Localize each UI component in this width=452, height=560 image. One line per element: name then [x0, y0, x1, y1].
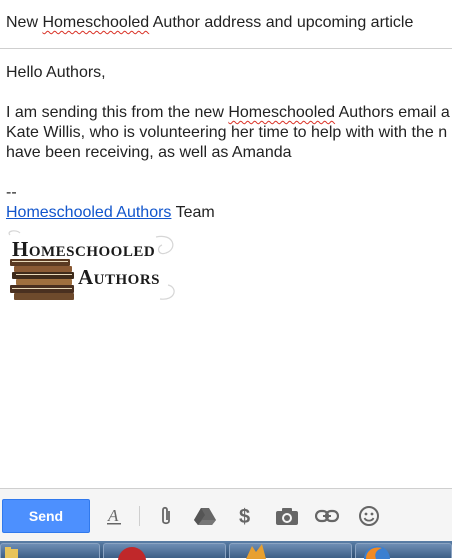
- misspelled-word[interactable]: Homeschooled: [42, 14, 149, 31]
- link-icon[interactable]: [314, 503, 340, 529]
- subject-part: New: [6, 14, 43, 31]
- logo-line1: Homeschooled: [12, 237, 155, 261]
- toolbar-separator: [139, 506, 140, 526]
- money-icon[interactable]: $: [233, 503, 259, 529]
- taskbar-button[interactable]: [103, 543, 226, 560]
- body-line: I am sending this from the new Homeschoo…: [6, 103, 452, 123]
- emoji-icon[interactable]: [356, 503, 382, 529]
- compose-toolbar: Send A $: [0, 488, 452, 541]
- signature-link[interactable]: Homeschooled Authors: [6, 204, 171, 221]
- taskbar-button[interactable]: [355, 543, 452, 559]
- body-line: have been receiving, as well as Amanda: [6, 144, 292, 161]
- signature-dash: --: [6, 184, 17, 201]
- signature-line: Homeschooled Authors Team: [6, 203, 452, 223]
- drive-icon[interactable]: [192, 503, 218, 529]
- attach-icon[interactable]: [153, 503, 179, 529]
- os-taskbar: [0, 541, 452, 560]
- camera-icon[interactable]: [274, 503, 300, 529]
- message-body[interactable]: Hello Authors, I am sending this from th…: [6, 63, 452, 223]
- subject-part: Author address and upcoming article: [149, 14, 414, 31]
- subject-text[interactable]: New Homeschooled Author address and upco…: [6, 14, 413, 32]
- app-icon: [246, 544, 266, 559]
- subject-field[interactable]: New Homeschooled Author address and upco…: [0, 0, 452, 49]
- body-text: I am sending this from the new: [6, 104, 229, 121]
- svg-text:A: A: [107, 506, 119, 525]
- taskbar-button[interactable]: [229, 543, 352, 559]
- send-button[interactable]: Send: [2, 499, 90, 533]
- logo-line2: Authors: [78, 265, 160, 289]
- svg-text:$: $: [239, 506, 250, 527]
- greeting-line: Hello Authors,: [6, 64, 106, 81]
- signature-text: Team: [171, 204, 215, 221]
- homeschooled-authors-logo: Homeschooled Authors: [6, 229, 178, 307]
- book-stack-icon: [10, 259, 74, 300]
- body-line: Kate Willis, who is volunteering her tim…: [6, 124, 448, 141]
- folder-icon: [5, 547, 18, 558]
- firefox-icon: [364, 546, 390, 559]
- format-text-icon[interactable]: A: [101, 503, 127, 529]
- body-text: Authors email a: [335, 104, 450, 121]
- misspelled-word[interactable]: Homeschooled: [228, 104, 335, 121]
- taskbar-button[interactable]: [0, 543, 100, 558]
